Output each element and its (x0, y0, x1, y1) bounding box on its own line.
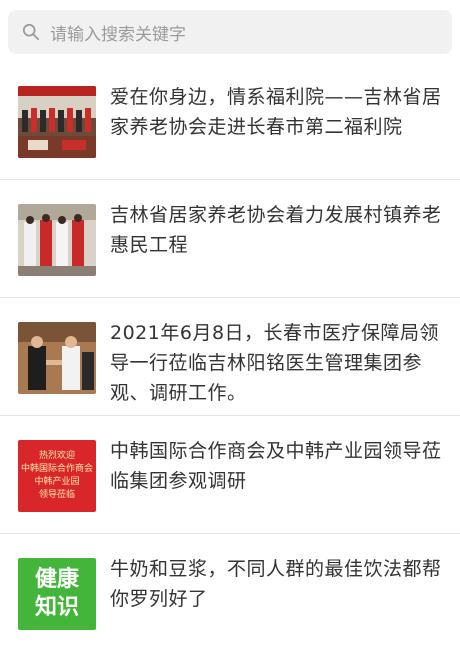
search-placeholder: 请输入搜索关键字 (50, 24, 186, 45)
article-thumbnail[interactable]: 健康 知识 (18, 558, 96, 630)
red-welcome-banner-icon: 热烈欢迎 中韩国际合作商会 中韩产业园 领导莅临 (18, 440, 96, 512)
article-thumbnail[interactable] (18, 204, 96, 276)
article-thumbnail[interactable] (18, 322, 96, 394)
search-bar: 请输入搜索关键字 (0, 0, 460, 56)
article-thumbnail[interactable]: 热烈欢迎 中韩国际合作商会 中韩产业园 领导莅临 (18, 440, 96, 512)
banner-line: 中韩产业园 (34, 477, 80, 487)
tile-line: 知识 (34, 595, 79, 620)
article-title[interactable]: 2021年6月8日，长春市医疗保障局领导一行莅临吉林阳铭医生管理集团参观、调研工… (110, 318, 444, 408)
article-thumbnail[interactable] (18, 86, 96, 158)
article-title[interactable]: 爱在你身边，情系福利院——吉林省居家养老协会走进长春市第二福利院 (110, 82, 444, 142)
people-holding-gifts-icon (18, 204, 96, 276)
list-item[interactable]: 爱在你身边，情系福利院——吉林省居家养老协会走进长春市第二福利院 (0, 62, 460, 180)
article-title[interactable]: 中韩国际合作商会及中韩产业园领导莅临集团参观调研 (110, 436, 444, 496)
article-title[interactable]: 牛奶和豆浆，不同人群的最佳饮法都帮你罗列好了 (110, 554, 444, 614)
banner-line: 热烈欢迎 (38, 451, 75, 461)
search-input[interactable]: 请输入搜索关键字 (8, 10, 452, 54)
list-item[interactable]: 热烈欢迎 中韩国际合作商会 中韩产业园 领导莅临 中韩国际合作商会及中韩产业园领… (0, 416, 460, 534)
search-icon (22, 23, 40, 41)
list-item[interactable]: 健康 知识 牛奶和豆浆，不同人群的最佳饮法都帮你罗列好了 (0, 534, 460, 652)
list-item[interactable]: 吉林省居家养老协会着力发展村镇养老惠民工程 (0, 180, 460, 298)
group-photo-banner-icon (18, 86, 96, 158)
health-knowledge-tile-icon: 健康 知识 (18, 558, 96, 630)
list-item[interactable]: 2021年6月8日，长春市医疗保障局领导一行莅临吉林阳铭医生管理集团参观、调研工… (0, 298, 460, 416)
banner-line: 中韩国际合作商会 (20, 464, 93, 474)
handshake-photo-icon (18, 322, 96, 394)
tile-line: 健康 (34, 567, 79, 592)
article-title[interactable]: 吉林省居家养老协会着力发展村镇养老惠民工程 (110, 200, 444, 260)
banner-line: 领导莅临 (38, 490, 75, 500)
